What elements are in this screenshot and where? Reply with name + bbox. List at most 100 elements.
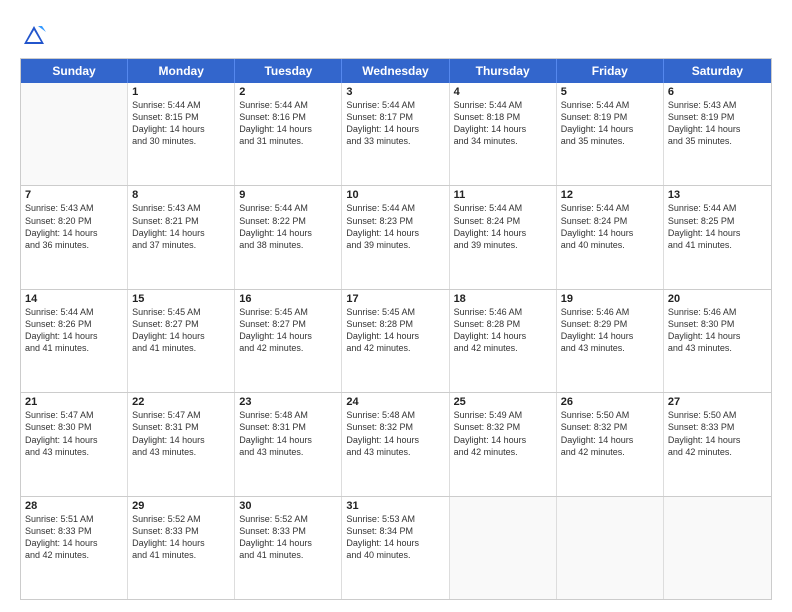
calendar-week: 14Sunrise: 5:44 AMSunset: 8:26 PMDayligh…	[21, 289, 771, 392]
cell-line: Sunset: 8:28 PM	[346, 318, 444, 330]
cell-line: and 42 minutes.	[454, 446, 552, 458]
day-number: 1	[132, 86, 230, 98]
cell-line: Sunset: 8:33 PM	[25, 525, 123, 537]
cell-line: and 43 minutes.	[239, 446, 337, 458]
calendar-header-cell: Wednesday	[342, 59, 449, 83]
day-number: 20	[668, 293, 767, 305]
cell-line: Sunset: 8:31 PM	[132, 421, 230, 433]
day-number: 28	[25, 500, 123, 512]
cell-line: Sunset: 8:22 PM	[239, 215, 337, 227]
cell-line: and 36 minutes.	[25, 239, 123, 251]
day-number: 16	[239, 293, 337, 305]
cell-line: Sunset: 8:30 PM	[25, 421, 123, 433]
calendar-cell: 23Sunrise: 5:48 AMSunset: 8:31 PMDayligh…	[235, 393, 342, 495]
cell-line: Sunrise: 5:43 AM	[132, 202, 230, 214]
cell-line: Sunrise: 5:44 AM	[132, 99, 230, 111]
cell-line: Daylight: 14 hours	[346, 123, 444, 135]
cell-line: Sunset: 8:30 PM	[668, 318, 767, 330]
cell-line: Daylight: 14 hours	[25, 434, 123, 446]
cell-line: Sunrise: 5:44 AM	[239, 202, 337, 214]
cell-line: Sunset: 8:19 PM	[668, 111, 767, 123]
cell-line: Daylight: 14 hours	[561, 434, 659, 446]
calendar-cell: 19Sunrise: 5:46 AMSunset: 8:29 PMDayligh…	[557, 290, 664, 392]
cell-line: Sunrise: 5:46 AM	[668, 306, 767, 318]
calendar-cell: 9Sunrise: 5:44 AMSunset: 8:22 PMDaylight…	[235, 186, 342, 288]
calendar-cell	[557, 497, 664, 599]
page: SundayMondayTuesdayWednesdayThursdayFrid…	[0, 0, 792, 612]
day-number: 9	[239, 189, 337, 201]
calendar-cell: 10Sunrise: 5:44 AMSunset: 8:23 PMDayligh…	[342, 186, 449, 288]
day-number: 12	[561, 189, 659, 201]
cell-line: Daylight: 14 hours	[239, 123, 337, 135]
cell-line: Daylight: 14 hours	[132, 330, 230, 342]
calendar-cell: 20Sunrise: 5:46 AMSunset: 8:30 PMDayligh…	[664, 290, 771, 392]
calendar-cell	[664, 497, 771, 599]
day-number: 17	[346, 293, 444, 305]
cell-line: and 40 minutes.	[561, 239, 659, 251]
cell-line: Sunset: 8:25 PM	[668, 215, 767, 227]
cell-line: Sunrise: 5:44 AM	[346, 99, 444, 111]
cell-line: Sunset: 8:21 PM	[132, 215, 230, 227]
day-number: 5	[561, 86, 659, 98]
cell-line: and 41 minutes.	[25, 342, 123, 354]
cell-line: Sunrise: 5:45 AM	[346, 306, 444, 318]
calendar-cell: 30Sunrise: 5:52 AMSunset: 8:33 PMDayligh…	[235, 497, 342, 599]
calendar: SundayMondayTuesdayWednesdayThursdayFrid…	[20, 58, 772, 600]
calendar-header: SundayMondayTuesdayWednesdayThursdayFrid…	[21, 59, 771, 83]
calendar-cell: 27Sunrise: 5:50 AMSunset: 8:33 PMDayligh…	[664, 393, 771, 495]
cell-line: Sunrise: 5:45 AM	[239, 306, 337, 318]
calendar-cell: 17Sunrise: 5:45 AMSunset: 8:28 PMDayligh…	[342, 290, 449, 392]
calendar-week: 7Sunrise: 5:43 AMSunset: 8:20 PMDaylight…	[21, 185, 771, 288]
calendar-cell: 1Sunrise: 5:44 AMSunset: 8:15 PMDaylight…	[128, 83, 235, 185]
cell-line: Daylight: 14 hours	[239, 330, 337, 342]
cell-line: Daylight: 14 hours	[454, 330, 552, 342]
cell-line: Sunrise: 5:47 AM	[25, 409, 123, 421]
calendar-header-cell: Monday	[128, 59, 235, 83]
cell-line: Sunset: 8:18 PM	[454, 111, 552, 123]
calendar-cell: 14Sunrise: 5:44 AMSunset: 8:26 PMDayligh…	[21, 290, 128, 392]
calendar-cell: 25Sunrise: 5:49 AMSunset: 8:32 PMDayligh…	[450, 393, 557, 495]
day-number: 13	[668, 189, 767, 201]
cell-line: Sunrise: 5:44 AM	[346, 202, 444, 214]
calendar-header-cell: Friday	[557, 59, 664, 83]
day-number: 31	[346, 500, 444, 512]
cell-line: Sunset: 8:17 PM	[346, 111, 444, 123]
calendar-cell: 22Sunrise: 5:47 AMSunset: 8:31 PMDayligh…	[128, 393, 235, 495]
cell-line: and 41 minutes.	[132, 549, 230, 561]
cell-line: Daylight: 14 hours	[668, 330, 767, 342]
day-number: 24	[346, 396, 444, 408]
cell-line: Sunrise: 5:44 AM	[561, 202, 659, 214]
cell-line: and 43 minutes.	[668, 342, 767, 354]
cell-line: Sunrise: 5:51 AM	[25, 513, 123, 525]
cell-line: Sunrise: 5:50 AM	[668, 409, 767, 421]
cell-line: Sunrise: 5:44 AM	[561, 99, 659, 111]
calendar-body: 1Sunrise: 5:44 AMSunset: 8:15 PMDaylight…	[21, 83, 771, 599]
cell-line: and 30 minutes.	[132, 135, 230, 147]
day-number: 2	[239, 86, 337, 98]
calendar-cell: 7Sunrise: 5:43 AMSunset: 8:20 PMDaylight…	[21, 186, 128, 288]
day-number: 6	[668, 86, 767, 98]
day-number: 11	[454, 189, 552, 201]
cell-line: Daylight: 14 hours	[25, 537, 123, 549]
cell-line: Sunset: 8:27 PM	[132, 318, 230, 330]
calendar-header-cell: Saturday	[664, 59, 771, 83]
cell-line: and 35 minutes.	[561, 135, 659, 147]
cell-line: Daylight: 14 hours	[132, 537, 230, 549]
cell-line: Daylight: 14 hours	[668, 123, 767, 135]
calendar-header-cell: Tuesday	[235, 59, 342, 83]
cell-line: and 41 minutes.	[132, 342, 230, 354]
cell-line: and 43 minutes.	[132, 446, 230, 458]
cell-line: Sunrise: 5:48 AM	[346, 409, 444, 421]
calendar-cell: 24Sunrise: 5:48 AMSunset: 8:32 PMDayligh…	[342, 393, 449, 495]
calendar-cell: 12Sunrise: 5:44 AMSunset: 8:24 PMDayligh…	[557, 186, 664, 288]
cell-line: and 35 minutes.	[668, 135, 767, 147]
cell-line: Sunset: 8:29 PM	[561, 318, 659, 330]
cell-line: Sunrise: 5:50 AM	[561, 409, 659, 421]
cell-line: and 43 minutes.	[25, 446, 123, 458]
cell-line: Daylight: 14 hours	[668, 227, 767, 239]
calendar-cell: 4Sunrise: 5:44 AMSunset: 8:18 PMDaylight…	[450, 83, 557, 185]
day-number: 26	[561, 396, 659, 408]
cell-line: and 42 minutes.	[25, 549, 123, 561]
cell-line: Daylight: 14 hours	[561, 227, 659, 239]
cell-line: Sunrise: 5:43 AM	[25, 202, 123, 214]
